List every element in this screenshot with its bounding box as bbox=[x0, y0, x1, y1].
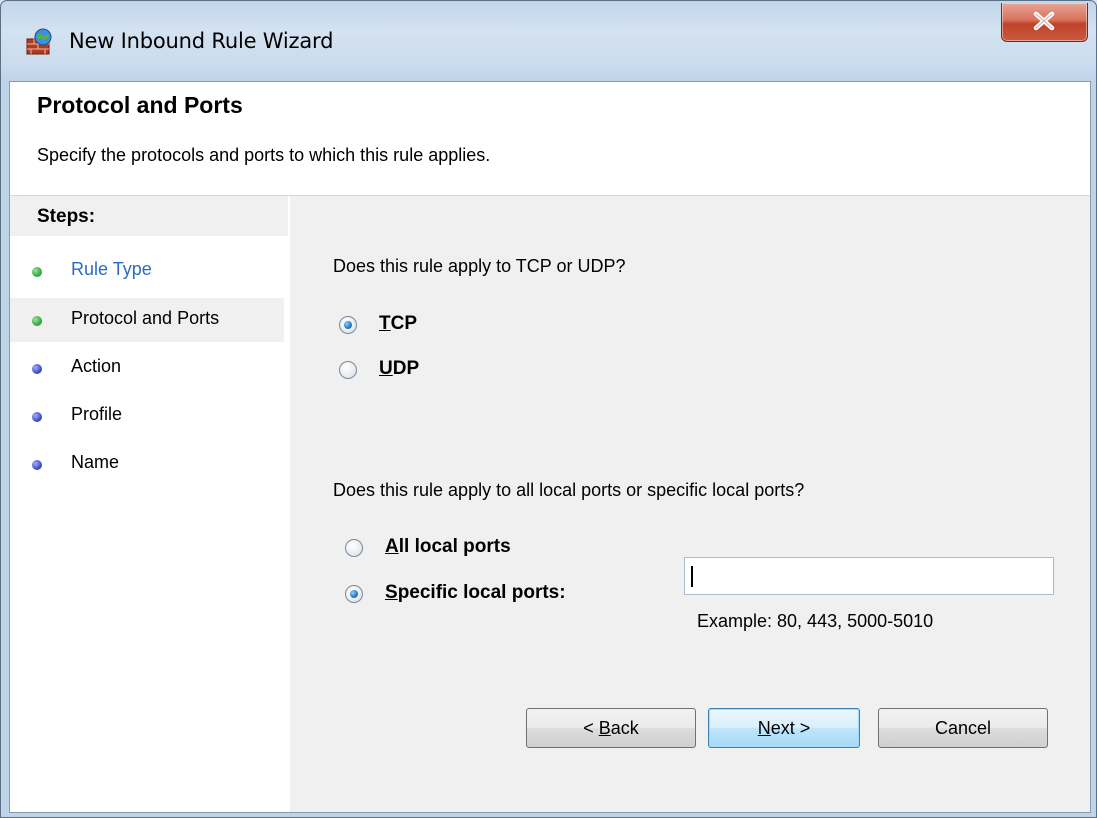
content-panel: Does this rule apply to TCP or UDP? TCP … bbox=[290, 196, 1090, 812]
tcp-radio[interactable] bbox=[339, 316, 357, 334]
step-status-dot bbox=[32, 316, 42, 326]
step-label: Action bbox=[71, 356, 122, 376]
steps-panel: Steps: Rule Type Protocol and Ports Acti… bbox=[10, 196, 288, 812]
step-protocol-and-ports: Protocol and Ports bbox=[10, 298, 284, 342]
tcp-radio-label[interactable]: TCP bbox=[379, 313, 417, 335]
udp-radio[interactable] bbox=[339, 361, 357, 379]
step-label: Name bbox=[71, 452, 120, 472]
ports-question: Does this rule apply to all local ports … bbox=[333, 480, 805, 500]
window-title: New Inbound Rule Wizard bbox=[69, 29, 334, 53]
step-status-dot bbox=[32, 460, 42, 470]
page-header: Protocol and Ports Specify the protocols… bbox=[10, 82, 1090, 196]
next-button[interactable]: Next > bbox=[708, 708, 860, 748]
step-label: Protocol and Ports bbox=[71, 308, 220, 328]
cancel-button[interactable]: Cancel bbox=[878, 708, 1048, 748]
step-label: Profile bbox=[71, 404, 123, 424]
protocol-question: Does this rule apply to TCP or UDP? bbox=[333, 256, 626, 276]
specific-local-ports-radio[interactable] bbox=[345, 585, 363, 603]
wizard-window: New Inbound Rule Wizard Protocol and Por… bbox=[0, 0, 1097, 818]
text-caret bbox=[691, 566, 693, 587]
specific-ports-input[interactable] bbox=[684, 557, 1054, 595]
step-label: Rule Type bbox=[71, 259, 152, 279]
step-status-dot bbox=[32, 364, 42, 374]
step-status-dot bbox=[32, 412, 42, 422]
steps-heading: Steps: bbox=[10, 196, 288, 236]
wizard-client-area: Protocol and Ports Specify the protocols… bbox=[9, 81, 1091, 813]
step-profile: Profile bbox=[10, 394, 284, 438]
title-bar[interactable]: New Inbound Rule Wizard bbox=[1, 1, 1096, 81]
back-button[interactable]: < Back bbox=[526, 708, 696, 748]
all-local-ports-radio[interactable] bbox=[345, 539, 363, 557]
page-title: Protocol and Ports bbox=[37, 92, 243, 118]
all-local-ports-label[interactable]: All local ports bbox=[385, 536, 511, 558]
step-action: Action bbox=[10, 346, 284, 390]
firewall-icon bbox=[26, 28, 52, 55]
close-button[interactable] bbox=[1001, 3, 1088, 42]
step-status-dot bbox=[32, 267, 42, 277]
step-rule-type[interactable]: Rule Type bbox=[10, 249, 284, 293]
ports-example-text: Example: 80, 443, 5000-5010 bbox=[697, 611, 934, 631]
specific-local-ports-label[interactable]: Specific local ports: bbox=[385, 582, 566, 604]
udp-radio-label[interactable]: UDP bbox=[379, 358, 419, 380]
close-icon bbox=[1033, 11, 1055, 31]
step-name: Name bbox=[10, 442, 284, 486]
page-subtitle: Specify the protocols and ports to which… bbox=[37, 145, 491, 165]
